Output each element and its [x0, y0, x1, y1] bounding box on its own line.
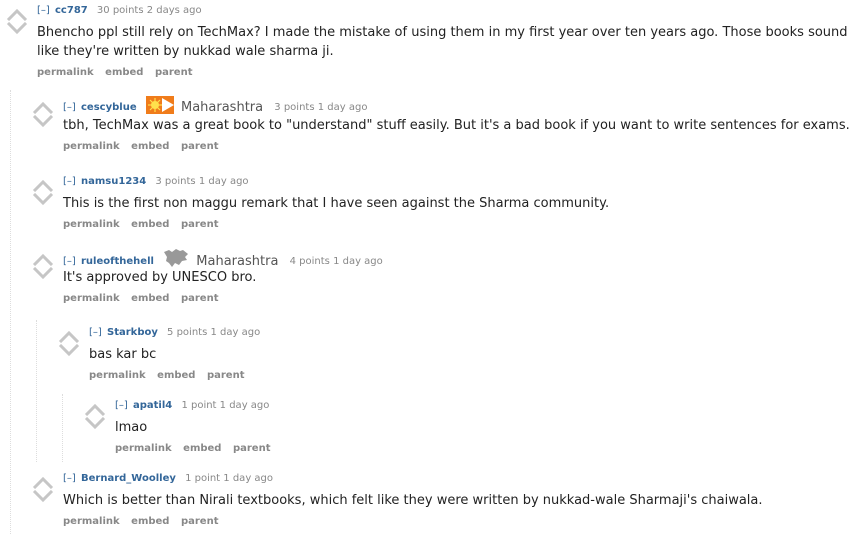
- downvote-arrow-icon[interactable]: [82, 417, 108, 431]
- comment-actions: permalink embed parent: [63, 516, 857, 527]
- comment-author[interactable]: Starkboy: [107, 327, 158, 338]
- embed-link[interactable]: embed: [131, 141, 169, 152]
- upvote-arrow-icon[interactable]: [30, 100, 56, 114]
- comment-time: 1 day ago: [317, 102, 368, 113]
- comment-text: bas kar bc: [89, 347, 157, 362]
- embed-link[interactable]: embed: [131, 293, 169, 304]
- downvote-arrow-icon[interactable]: [30, 490, 56, 504]
- comment-author[interactable]: ruleofthehell: [81, 256, 154, 267]
- parent-link[interactable]: parent: [181, 219, 219, 230]
- embed-link[interactable]: embed: [131, 219, 169, 230]
- permalink-link[interactable]: permalink: [63, 141, 120, 152]
- comment-text: Bhencho ppl still rely on TechMax? I mad…: [37, 25, 848, 59]
- upvote-arrow-icon[interactable]: [4, 7, 30, 21]
- downvote-arrow-icon[interactable]: [30, 193, 56, 207]
- collapse-toggle[interactable]: [–]: [37, 5, 50, 16]
- permalink-link[interactable]: permalink: [89, 370, 146, 381]
- comment-score: 1 point: [181, 400, 217, 411]
- comment-body: [–] cescyblue Maharashtra 3 points 1 day…: [63, 96, 857, 152]
- comment-text: This is the first non maggu remark that …: [63, 196, 610, 211]
- comment-time: 1 day ago: [333, 256, 383, 267]
- collapse-toggle[interactable]: [–]: [63, 256, 76, 267]
- collapse-toggle[interactable]: [–]: [63, 473, 76, 484]
- comment-text: It's approved by UNESCO bro.: [63, 270, 257, 285]
- comment-body: [–] ruleofthehell Maharashtra 4 points 1…: [63, 248, 857, 304]
- upvote-arrow-icon[interactable]: [56, 329, 82, 343]
- downvote-arrow-icon[interactable]: [30, 115, 56, 129]
- comment-time: 1 day ago: [219, 400, 270, 411]
- embed-link[interactable]: embed: [105, 67, 143, 78]
- parent-link[interactable]: parent: [181, 141, 219, 152]
- comment-score: 5 points: [167, 327, 208, 338]
- upvote-arrow-icon[interactable]: [30, 178, 56, 192]
- comment-time: 1 day ago: [198, 176, 249, 187]
- thread-line: [10, 90, 11, 534]
- comment-text: tbh, TechMax was a great book to "unders…: [63, 118, 850, 133]
- parent-link[interactable]: parent: [181, 516, 219, 527]
- comment-tagline: [–] Bernard_Woolley 1 point 1 day ago: [63, 471, 857, 487]
- comment-author[interactable]: cescyblue: [81, 102, 137, 113]
- comment-author[interactable]: apatil4: [133, 400, 172, 411]
- permalink-link[interactable]: permalink: [63, 516, 120, 527]
- collapse-toggle[interactable]: [–]: [63, 176, 76, 187]
- parent-link[interactable]: parent: [207, 370, 245, 381]
- comment-actions: permalink embed parent: [89, 370, 857, 381]
- downvote-arrow-icon[interactable]: [4, 22, 30, 36]
- comment-body: [–] apatil4 1 point 1 day ago lmao perma…: [115, 398, 857, 454]
- comment-body: [–] Bernard_Woolley 1 point 1 day ago Wh…: [63, 471, 857, 527]
- parent-link[interactable]: parent: [233, 443, 271, 454]
- user-flair: Maharashtra: [180, 100, 264, 115]
- user-flair: Maharashtra: [196, 254, 279, 269]
- comment-author[interactable]: namsu1234: [81, 176, 146, 187]
- embed-link[interactable]: embed: [183, 443, 221, 454]
- comment-actions: permalink embed parent: [63, 293, 857, 304]
- collapse-toggle[interactable]: [–]: [63, 102, 76, 113]
- comment-body: [–] cc787 30 points 2 days ago Bhencho p…: [37, 3, 857, 78]
- comment-actions: permalink embed parent: [63, 141, 857, 152]
- embed-link[interactable]: embed: [157, 370, 195, 381]
- permalink-link[interactable]: permalink: [63, 219, 120, 230]
- comment-tagline: [–] cescyblue Maharashtra 3 points 1 day…: [63, 96, 857, 115]
- comment-tagline: [–] namsu1234 3 points 1 day ago: [63, 174, 857, 190]
- upvote-arrow-icon[interactable]: [30, 475, 56, 489]
- upvote-arrow-icon[interactable]: [82, 402, 108, 416]
- downvote-arrow-icon[interactable]: [56, 344, 82, 358]
- comment-actions: permalink embed parent: [115, 443, 857, 454]
- comment-score: 4 points: [289, 256, 330, 267]
- embed-link[interactable]: embed: [131, 516, 169, 527]
- permalink-link[interactable]: permalink: [63, 293, 120, 304]
- downvote-arrow-icon[interactable]: [30, 267, 56, 281]
- collapse-toggle[interactable]: [–]: [89, 327, 102, 338]
- comment-score: 3 points: [155, 176, 196, 187]
- parent-link[interactable]: parent: [181, 293, 219, 304]
- permalink-link[interactable]: permalink: [37, 67, 94, 78]
- comment-tagline: [–] apatil4 1 point 1 day ago: [115, 398, 857, 414]
- comment-tagline: [–] ruleofthehell Maharashtra 4 points 1…: [63, 248, 857, 269]
- comment-time: 1 day ago: [210, 327, 261, 338]
- upvote-arrow-icon[interactable]: [30, 252, 56, 266]
- comment-score: 3 points: [274, 102, 315, 113]
- comment-time: 2 days ago: [146, 5, 202, 16]
- permalink-link[interactable]: permalink: [115, 443, 172, 454]
- comment-tagline: [–] Starkboy 5 points 1 day ago: [89, 325, 857, 341]
- comment-body: [–] namsu1234 3 points 1 day ago This is…: [63, 174, 857, 230]
- comment-author[interactable]: cc787: [55, 5, 88, 16]
- comment-actions: permalink embed parent: [63, 219, 857, 230]
- comment-author[interactable]: Bernard_Woolley: [81, 473, 176, 484]
- thread-line: [36, 320, 37, 462]
- comment-tagline: [–] cc787 30 points 2 days ago: [37, 3, 857, 19]
- comment-score: 30 points: [96, 5, 144, 16]
- parent-link[interactable]: parent: [155, 67, 193, 78]
- comment-text: lmao: [115, 420, 148, 435]
- comment-actions: permalink embed parent: [37, 67, 857, 78]
- collapse-toggle[interactable]: [–]: [115, 400, 128, 411]
- comment-score: 1 point: [185, 473, 221, 484]
- comment-time: 1 day ago: [223, 473, 274, 484]
- comment-text: Which is better than Nirali textbooks, w…: [63, 493, 763, 508]
- comment-body: [–] Starkboy 5 points 1 day ago bas kar …: [89, 325, 857, 381]
- thread-line: [62, 394, 63, 462]
